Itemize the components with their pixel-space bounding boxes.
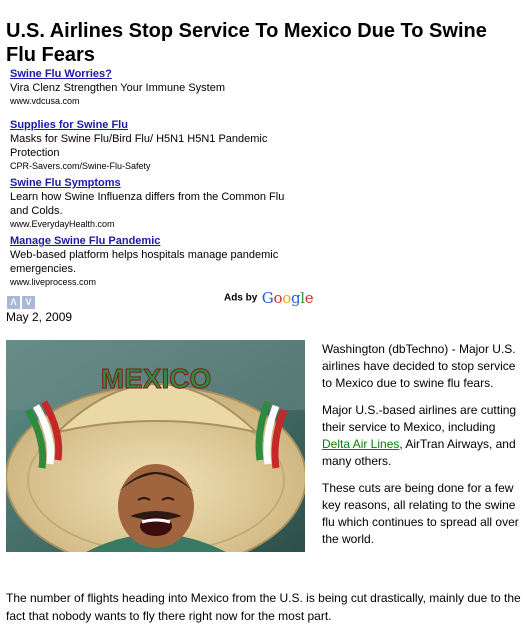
ad-url[interactable]: www.vdcusa.com	[10, 95, 290, 108]
delta-air-lines-link[interactable]: Delta Air Lines	[322, 437, 399, 451]
article-paragraph-1: Washington (dbTechno) - Major U.S. airli…	[322, 342, 516, 390]
ad-unit-4[interactable]: Manage Swine Flu Pandemic Web-based plat…	[10, 234, 290, 289]
ad-description: Learn how Swine Influenza differs from t…	[10, 191, 285, 217]
article-date: May 2, 2009	[6, 310, 73, 324]
google-logo: Google	[261, 289, 314, 307]
ad-url[interactable]: www.EverydayHealth.com	[10, 218, 290, 231]
ad-unit-3[interactable]: Swine Flu Symptoms Learn how Swine Influ…	[10, 176, 290, 231]
hat-text: MEXICO	[101, 363, 211, 394]
ad-url[interactable]: CPR-Savers.com/Swine-Flu-Safety	[10, 160, 290, 173]
article-body-side: Washington (dbTechno) - Major U.S. airli…	[322, 341, 522, 558]
ad-unit-1[interactable]: Swine Flu Worries? Vira Clenz Strengthen…	[10, 67, 290, 108]
ad-url[interactable]: www.liveprocess.com	[10, 276, 290, 289]
ad-title-link[interactable]: Manage Swine Flu Pandemic	[10, 234, 290, 248]
article-paragraph-2: Major U.S.-based airlines are cutting th…	[322, 402, 522, 470]
ad-description: Vira Clenz Strengthen Your Immune System	[10, 82, 226, 94]
article-title: U.S. Airlines Stop Service To Mexico Due…	[6, 20, 487, 67]
ads-by-label: Ads by	[224, 292, 258, 304]
ad-title-link[interactable]: Supplies for Swine Flu	[10, 118, 290, 132]
article-paragraph-3: These cuts are being done for a few key …	[322, 481, 519, 546]
ads-by-google[interactable]: Ads by Google	[224, 289, 314, 307]
ad-description: Web-based platform helps hospitals manag…	[10, 249, 279, 275]
ad-navigation: ΛV	[7, 292, 37, 309]
ad-description: Masks for Swine Flu/Bird Flu/ H5N1 H5N1 …	[10, 133, 268, 159]
paragraph-text: Major U.S.-based airlines are cutting th…	[322, 403, 517, 434]
ad-unit-2[interactable]: Supplies for Swine Flu Masks for Swine F…	[10, 118, 290, 173]
ad-next-button[interactable]: V	[22, 296, 35, 309]
ad-prev-button[interactable]: Λ	[7, 296, 20, 309]
ad-title-link[interactable]: Swine Flu Symptoms	[10, 176, 290, 190]
ad-title-link[interactable]: Swine Flu Worries?	[10, 67, 290, 81]
article-photo: MEXICO	[6, 340, 305, 552]
article-paragraph-4: The number of flights heading into Mexic…	[6, 591, 521, 623]
